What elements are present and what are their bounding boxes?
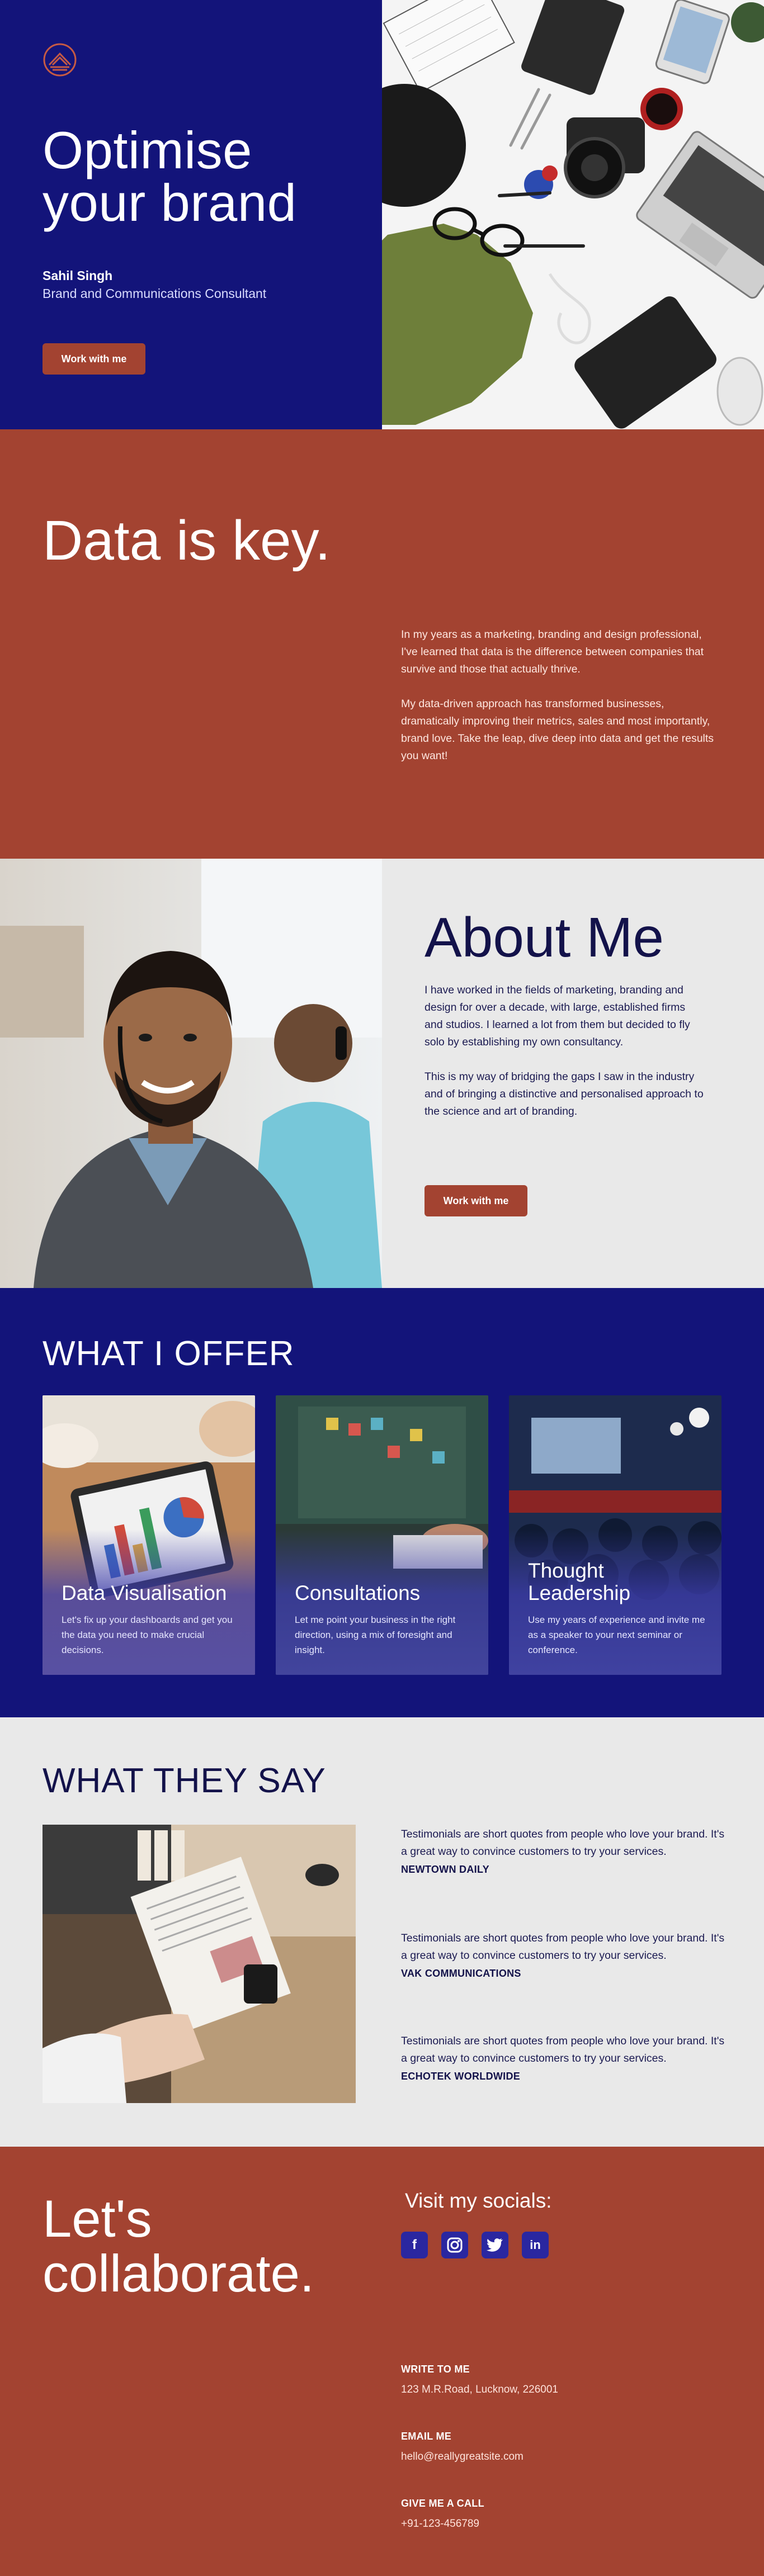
data-paragraph-2: My data-driven approach has transformed … (401, 698, 714, 762)
testimonial-company: VAK COMMUNICATIONS (401, 1968, 521, 1979)
testimonial-quote: Testimonials are short quotes from peopl… (401, 1828, 725, 1858)
about-section: About Me I have worked in the fields of … (0, 859, 764, 1288)
write-to-me-label: WRITE TO ME (401, 2364, 470, 2375)
address-text: 123 M.R.Road, Lucknow, 226001 (401, 2384, 558, 2395)
work-with-me-button[interactable]: Work with me (43, 343, 145, 375)
email-link[interactable]: hello@reallygreatsite.com (401, 2451, 524, 2463)
about-portrait-photo (0, 859, 382, 1288)
data-section: Data is key. In my years as a marketing,… (0, 429, 764, 859)
about-paragraph-2: This is my way of bridging the gaps I sa… (425, 1071, 704, 1117)
testimonial-quote: Testimonials are short quotes from peopl… (401, 1932, 725, 1962)
linkedin-icon[interactable]: in (522, 2232, 549, 2258)
offer-card-desc: Let's fix up your dashboards and get you… (62, 1614, 233, 1655)
testimonials-title: WHAT THEY SAY (43, 1761, 326, 1800)
socials-label: Visit my socials: (405, 2189, 552, 2212)
about-title: About Me (425, 906, 664, 969)
testimonial-item: Testimonials are short quotes from peopl… (401, 1930, 731, 1980)
about-paragraph-1: I have worked in the fields of marketing… (425, 984, 690, 1048)
hero-section: Optimise your brand Sahil Singh Brand and… (0, 0, 764, 429)
offer-card-desc: Let me point your business in the right … (295, 1614, 456, 1655)
phone-link[interactable]: +91-123-456789 (401, 2518, 479, 2530)
offer-card-title: Data Visualisation (62, 1581, 227, 1604)
data-paragraph-1: In my years as a marketing, branding and… (401, 628, 704, 675)
offer-section: WHAT I OFFER Data Visualisation Let's fi… (0, 1288, 764, 1717)
hero-name: Sahil Singh (43, 268, 113, 283)
hero-title: Optimise your brand (43, 121, 297, 232)
contact-section: Let's collaborate. Visit my socials: f in… (0, 2147, 764, 2576)
offer-card-title: Consultations (295, 1581, 421, 1604)
offer-card-title: Thought Leadership (528, 1559, 631, 1604)
give-me-a-call-label: GIVE ME A CALL (401, 2498, 484, 2509)
collaborate-title: Let's collaborate. (43, 2189, 314, 2303)
data-title: Data is key. (43, 509, 331, 572)
offer-card-desc: Use my years of experience and invite me… (528, 1614, 705, 1655)
facebook-icon[interactable]: f (401, 2232, 428, 2258)
hero-panel: Optimise your brand Sahil Singh Brand and… (0, 0, 382, 429)
testimonial-company: ECHOTEK WORLDWIDE (401, 2071, 521, 2082)
instagram-icon[interactable] (441, 2232, 468, 2258)
twitter-icon[interactable] (482, 2232, 508, 2258)
hero-role: Brand and Communications Consultant (43, 286, 267, 301)
newspaper-reading-photo (43, 1825, 356, 2103)
offer-title: WHAT I OFFER (43, 1334, 295, 1373)
testimonials-section: WHAT THEY SAY Testimonials are short quo… (0, 1717, 764, 2147)
testimonial-quote: Testimonials are short quotes from peopl… (401, 2035, 725, 2064)
testimonial-item: Testimonials are short quotes from peopl… (401, 2033, 731, 2082)
testimonial-item: Testimonials are short quotes from peopl… (401, 1826, 731, 1876)
about-text: I have worked in the fields of marketing… (425, 982, 704, 1120)
data-text: In my years as a marketing, branding and… (401, 626, 714, 765)
offer-card-thought-leadership[interactable]: Thought Leadership Use my years of exper… (509, 1395, 721, 1675)
testimonial-company: NEWTOWN DAILY (401, 1864, 489, 1875)
offer-card-data-visualisation[interactable]: Data Visualisation Let's fix up your das… (43, 1395, 255, 1675)
brand-logo (43, 43, 77, 77)
hero-flatlay-image (382, 0, 764, 429)
about-work-with-me-button[interactable]: Work with me (425, 1185, 527, 1216)
offer-card-consultations[interactable]: Consultations Let me point your business… (276, 1395, 488, 1675)
email-me-label: EMAIL ME (401, 2431, 452, 2442)
